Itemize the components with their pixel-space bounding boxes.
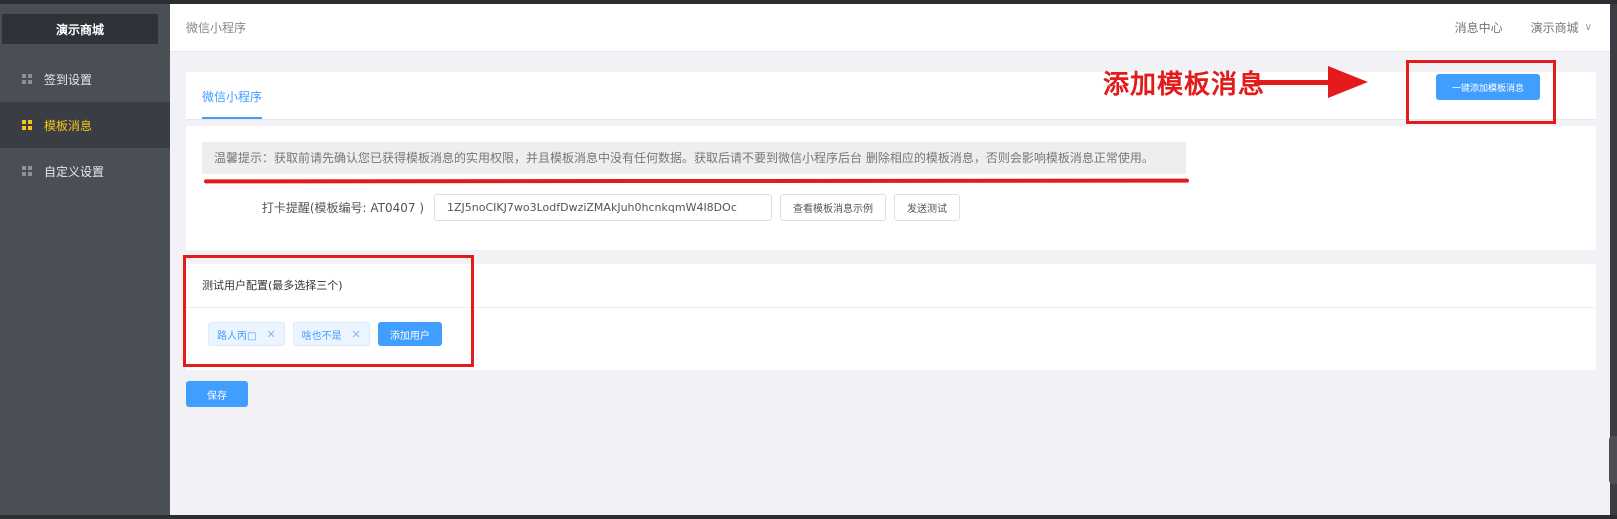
warning-tip: 温馨提示：获取前请先确认您已获得模板消息的实用权限，并且模板消息中没有任何数据。… [202, 142, 1186, 174]
save-button[interactable]: 保存 [186, 381, 248, 407]
sidebar-nav: 签到设置 模板消息 自定义设置 [0, 56, 170, 194]
annotation-text: 添加模板消息 [1103, 70, 1266, 100]
header: 微信小程序 消息中心 演示商城 ∨ [170, 4, 1610, 52]
template-label: 打卡提醒(模板编号: AT0407 ) [261, 200, 424, 215]
template-row: 打卡提醒(模板编号: AT0407 ) 1ZJ5noCIKJ7wo3LodfDw… [202, 192, 1002, 222]
user-name: 演示商城 [1530, 21, 1579, 35]
arrow-right-icon [1328, 66, 1368, 98]
bottom-strip [0, 515, 1617, 519]
annotation-box-test-users [183, 255, 474, 367]
grid-icon [22, 166, 32, 176]
page-title: 微信小程序 [186, 21, 247, 35]
annotation-arrow-shaft [1254, 80, 1334, 85]
sidebar-item-sign-in[interactable]: 签到设置 [0, 56, 170, 102]
side-widget[interactable] [1609, 436, 1617, 484]
grid-icon [22, 74, 32, 84]
sidebar: 演示商城 签到设置 模板消息 自定义设置 [0, 4, 170, 515]
tab-wechat-mini-program[interactable]: 微信小程序 [202, 88, 263, 119]
send-test-button[interactable]: 发送测试 [894, 193, 960, 221]
sidebar-item-custom-settings[interactable]: 自定义设置 [0, 148, 170, 194]
template-card: 温馨提示：获取前请先确认您已获得模板消息的实用权限，并且模板消息中没有任何数据。… [186, 126, 1596, 250]
tabs-card: 微信小程序 [186, 72, 1596, 120]
sidebar-item-template-message[interactable]: 模板消息 [0, 102, 170, 148]
brand-logo: 演示商城 [2, 14, 158, 44]
annotation-underline [203, 178, 1190, 184]
template-id-input[interactable]: 1ZJ5noCIKJ7wo3LodfDwziZMAkJuh0hcnkqmW4I8… [434, 193, 772, 221]
user-menu[interactable]: 演示商城 ∨ [1531, 19, 1592, 36]
sidebar-item-label: 签到设置 [44, 72, 93, 87]
sidebar-item-label: 自定义设置 [44, 164, 105, 179]
message-center-link[interactable]: 消息中心 [1455, 19, 1503, 36]
grid-icon [22, 120, 32, 130]
header-right: 消息中心 演示商城 ∨ [1455, 19, 1592, 36]
sidebar-item-label: 模板消息 [44, 118, 93, 133]
view-example-button[interactable]: 查看模板消息示例 [780, 193, 886, 221]
chevron-down-icon: ∨ [1584, 22, 1592, 33]
annotation-box-add-button [1406, 60, 1556, 124]
